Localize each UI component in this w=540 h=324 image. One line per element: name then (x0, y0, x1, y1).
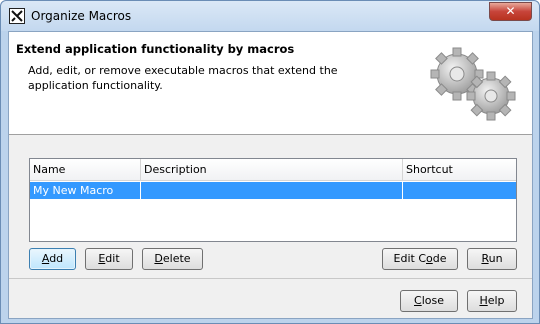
macro-shortcut-cell (403, 182, 516, 199)
delete-button[interactable]: Delete (142, 248, 203, 270)
window-title: Organize Macros (31, 9, 132, 23)
add-button[interactable]: Add (29, 248, 76, 270)
column-header-description[interactable]: Description (141, 159, 403, 181)
header-description: Add, edit, or remove executable macros t… (28, 64, 338, 92)
macro-description-cell (141, 182, 403, 199)
macro-name-cell: My New Macro (30, 182, 141, 199)
organize-macros-dialog: Organize Macros ✕ Extend application fun… (0, 0, 540, 324)
help-button[interactable]: Help (467, 290, 517, 312)
macros-table[interactable]: Name Description Shortcut My New Macro (29, 158, 517, 242)
table-row[interactable]: My New Macro (30, 182, 516, 199)
table-header: Name Description Shortcut (30, 159, 516, 181)
edit-code-button[interactable]: Edit Code (382, 248, 458, 270)
footer-divider (9, 278, 532, 279)
dialog-body: Extend application functionality by macr… (8, 31, 533, 319)
app-icon (9, 8, 25, 24)
run-button[interactable]: Run (467, 248, 517, 270)
gears-icon (430, 47, 516, 121)
close-icon: ✕ (505, 4, 516, 18)
header-title: Extend application functionality by macr… (16, 42, 295, 56)
close-button[interactable]: Close (400, 290, 458, 312)
edit-button[interactable]: Edit (85, 248, 133, 270)
column-header-shortcut[interactable]: Shortcut (403, 159, 516, 181)
window-close-button[interactable]: ✕ (489, 2, 532, 21)
title-bar[interactable]: Organize Macros ✕ (1, 1, 539, 31)
column-header-name[interactable]: Name (30, 159, 141, 181)
dialog-header: Extend application functionality by macr… (9, 32, 532, 135)
